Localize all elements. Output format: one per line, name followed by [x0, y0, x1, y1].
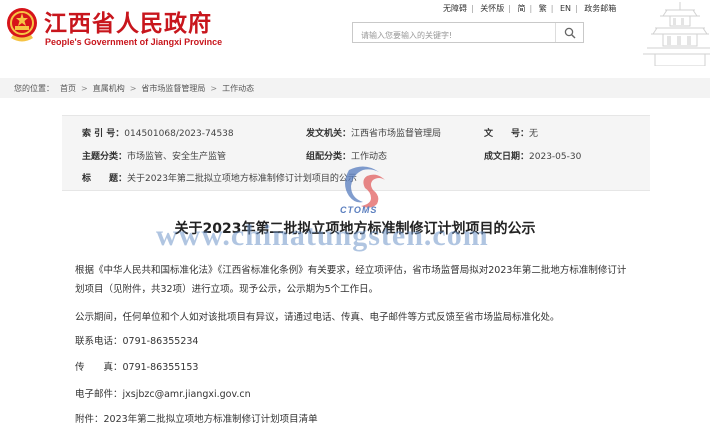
site-header: 江西省人民政府 People's Government of Jiangxi P…	[0, 0, 710, 66]
ctoms-logo-text: CTOMS	[340, 205, 378, 215]
breadcrumb-work-news[interactable]: 工作动态	[222, 83, 254, 94]
contact-email[interactable]: 电子邮件：jxsjbzc@amr.jiangxi.gov.cn	[75, 386, 251, 400]
article-paragraph-1-line-2: 划项目（见附件，共32项）进行立项。现予公示，公示期为5个工作日。	[75, 284, 379, 295]
search-button[interactable]	[555, 23, 583, 42]
index-number-field: 索 引 号：014501068/2023-74538	[82, 129, 234, 139]
article-paragraph-1-line-1: 根据《中华人民共和国标准化法》《江西省标准化条例》有关要求，经立项评估，省市场监…	[75, 265, 627, 276]
search-box	[352, 22, 584, 45]
breadcrumb-home[interactable]: 首页	[60, 83, 76, 94]
search-icon	[564, 27, 575, 38]
top-link-simplified[interactable]: 简	[518, 4, 526, 13]
article-title: 关于2023年第二批拟立项地方标准制修订计划项目的公示	[174, 221, 536, 237]
breadcrumb: 您的位置： 首页 > 直属机构 > 省市场监督管理局 > 工作动态	[0, 78, 710, 98]
top-link-english[interactable]: EN	[560, 4, 571, 13]
breadcrumb-directly-affiliated[interactable]: 直属机构	[93, 83, 125, 94]
breadcrumb-market-regulation[interactable]: 省市场监督管理局	[141, 83, 205, 94]
article-paragraph-2: 公示期间，任何单位和个人如对该批项目有异议，请通过电话、传真、电子邮件等方式反馈…	[75, 312, 560, 323]
attachment-link[interactable]: 附件：2023年第二批拟立项地方标准制修订计划项目清单	[75, 411, 318, 425]
document-number-field: 文 号：无	[484, 129, 539, 139]
search-input[interactable]	[353, 26, 548, 45]
subject-field: 标 题：关于2023年第二批拟立项地方标准制修订计划项目的公示	[82, 174, 357, 184]
top-link-care-mode[interactable]: 关怀版	[480, 4, 504, 13]
topic-category-field: 主题分类：市场监管、安全生产监管	[82, 152, 227, 162]
contact-phone: 联系电话：0791-86355234	[75, 336, 199, 347]
genre-category-field: 组配分类：工作动态	[306, 152, 388, 162]
issuer-field: 发文机关：江西省市场监督管理局	[306, 129, 442, 139]
top-links: 无障碍 | 关怀版 | 简 | 繁 | EN | 政务邮箱	[443, 4, 617, 13]
site-subtitle: People's Government of Jiangxi Province	[45, 37, 223, 47]
contact-fax: 传 真：0791-86355153	[75, 362, 199, 373]
top-link-traditional[interactable]: 繁	[539, 4, 547, 13]
site-title[interactable]: 江西省人民政府	[44, 4, 212, 38]
written-date-field: 成文日期：2023-05-30	[484, 152, 582, 162]
top-link-accessibility[interactable]: 无障碍	[443, 4, 467, 13]
pavilion-decoration-image	[643, 2, 710, 66]
breadcrumb-label: 您的位置：	[14, 83, 54, 93]
national-emblem-icon	[7, 8, 37, 42]
